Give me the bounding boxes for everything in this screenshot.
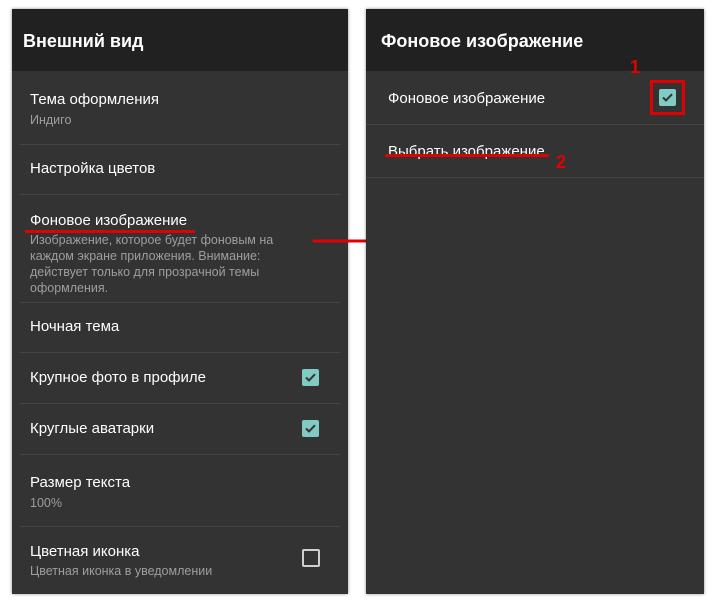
- select-image-button[interactable]: Выбрать изображение: [366, 125, 704, 177]
- setting-large-profile-photo[interactable]: Крупное фото в профиле: [12, 353, 348, 403]
- setting-title: Цветная иконка: [30, 543, 140, 560]
- setting-background-image-toggle[interactable]: Фоновое изображение: [366, 71, 704, 124]
- setting-subtitle: Индиго: [30, 113, 72, 127]
- marker-number: 1: [630, 57, 641, 77]
- page-title: Внешний вид: [23, 31, 144, 51]
- setting-subtitle: Цветная иконка в уведомлении: [30, 564, 213, 578]
- setting-round-avatars[interactable]: Круглые аватарки: [12, 404, 348, 454]
- setting-title: Круглые аватарки: [30, 420, 155, 437]
- setting-title: Настройка цветов: [30, 160, 156, 177]
- background-image-panel: Фоновое изображение Фоновое изображение …: [366, 9, 704, 594]
- setting-night-theme[interactable]: Ночная тема: [12, 303, 348, 352]
- setting-subtitle: 100%: [30, 496, 62, 510]
- checkbox-unchecked[interactable]: [302, 549, 320, 567]
- appearance-settings-panel: Внешний вид Тема оформления Индиго Настр…: [12, 9, 348, 594]
- highlight-underline: [385, 154, 549, 157]
- setting-title: Крупное фото в профиле: [30, 369, 206, 386]
- setting-subtitle: Изображение, которое будет фоновым на ка…: [30, 233, 274, 295]
- highlight-box: [650, 80, 685, 115]
- header-bar: Фоновое изображение: [366, 9, 704, 71]
- checkbox-checked[interactable]: [302, 420, 319, 437]
- header-bar: Внешний вид: [12, 9, 348, 71]
- setting-colored-icon[interactable]: Цветная иконка Цветная иконка в уведомле…: [12, 527, 348, 594]
- setting-text-size[interactable]: Размер текста 100%: [12, 455, 348, 526]
- setting-title: Фоновое изображение: [388, 90, 546, 107]
- setting-title: Ночная тема: [30, 318, 120, 335]
- setting-title: Фоновое изображение: [30, 212, 188, 229]
- setting-background-image[interactable]: Фоновое изображение Изображение, которое…: [12, 195, 348, 302]
- highlight-underline: [25, 230, 195, 233]
- setting-title: Тема оформления: [30, 91, 160, 108]
- checkbox-checked[interactable]: [302, 369, 319, 386]
- check-icon: [305, 373, 316, 382]
- setting-colors[interactable]: Настройка цветов: [12, 145, 348, 194]
- divider: [366, 177, 704, 178]
- setting-theme[interactable]: Тема оформления Индиго: [12, 71, 348, 144]
- setting-title: Размер текста: [30, 474, 131, 491]
- page-title: Фоновое изображение: [381, 31, 584, 51]
- check-icon: [305, 424, 316, 433]
- setting-title: Выбрать изображение: [388, 143, 545, 160]
- marker-number: 2: [556, 152, 567, 172]
